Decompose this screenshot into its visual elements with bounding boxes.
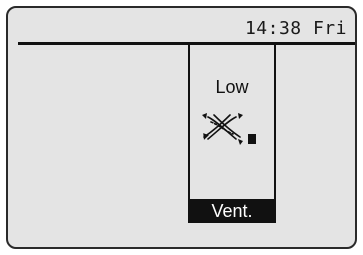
vent-mode-tab[interactable]: Vent. — [190, 199, 274, 223]
lcd-screen: 14:38 Fri Low Vent. — [6, 6, 357, 249]
status-bar: 14:38 Fri — [8, 8, 355, 42]
ventilation-fan-icon — [202, 113, 243, 145]
clock-display: 14:38 Fri — [244, 18, 347, 39]
remote-controller: 14:38 Fri Low Vent. — [0, 0, 363, 255]
fan-speed-label: Low — [215, 77, 249, 97]
fan-speed-indicator-icon — [248, 134, 256, 144]
ventilation-panel[interactable]: Low Vent. — [188, 45, 276, 223]
status-divider — [18, 42, 355, 45]
